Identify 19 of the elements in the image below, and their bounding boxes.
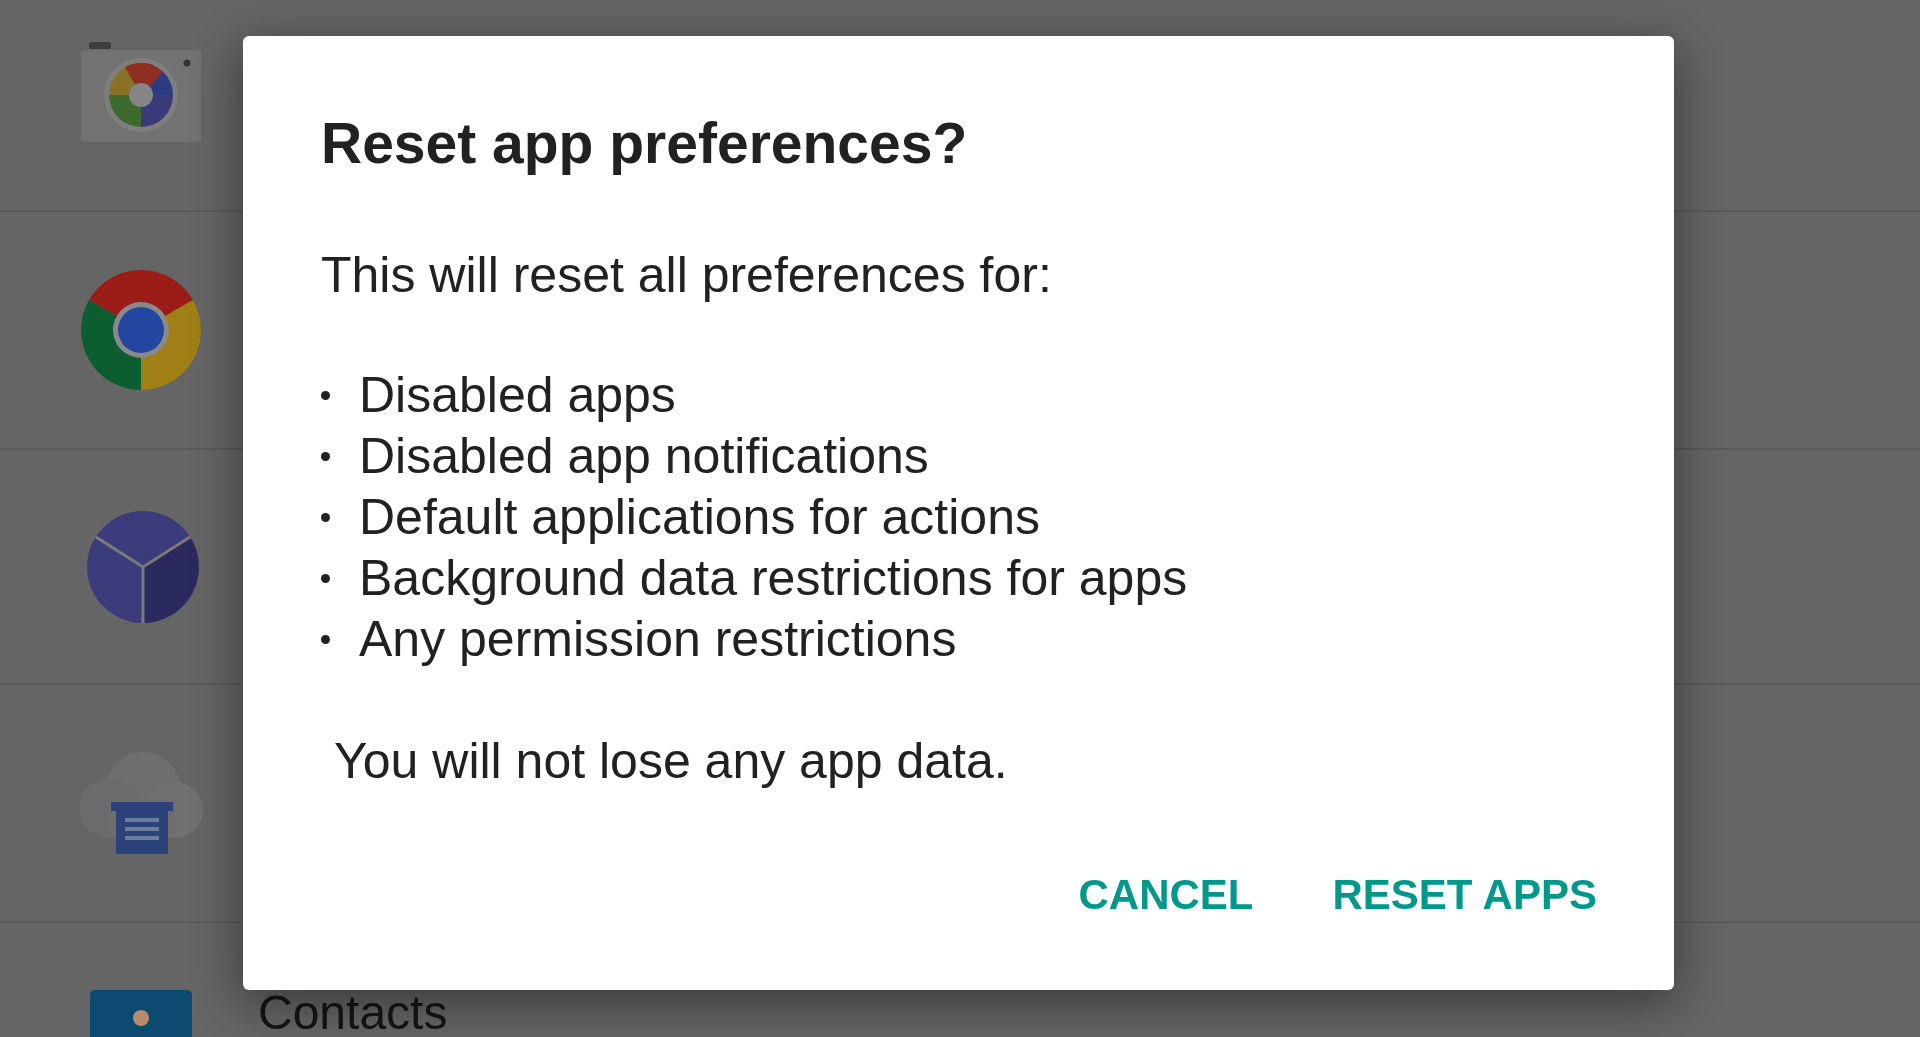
dialog-note: You will not lose any app data. — [334, 732, 1008, 791]
confirm-button[interactable]: RESET APPS — [1316, 858, 1613, 932]
bullet-icon — [321, 391, 330, 400]
dialog-title: Reset app preferences? — [321, 110, 968, 177]
bullet-icon — [321, 574, 330, 583]
bullet-icon — [321, 513, 330, 522]
bullet-icon — [321, 635, 330, 644]
cancel-button[interactable]: CANCEL — [1062, 858, 1270, 932]
bullet-icon — [321, 452, 330, 461]
list-item-text: Default applications for actions — [359, 488, 1040, 547]
dialog-message: This will reset all preferences for: — [321, 246, 1052, 305]
camera-icon — [81, 42, 201, 142]
tricolor-circle-icon — [81, 270, 201, 390]
app-name: Contacts — [258, 991, 448, 1035]
list-item-text: Background data restrictions for apps — [359, 549, 1188, 608]
list-item-text: Disabled apps — [359, 366, 676, 425]
list-item-text: Any permission restrictions — [359, 610, 957, 669]
list-item-text: Disabled app notifications — [359, 427, 929, 486]
cube-icon — [86, 509, 200, 624]
